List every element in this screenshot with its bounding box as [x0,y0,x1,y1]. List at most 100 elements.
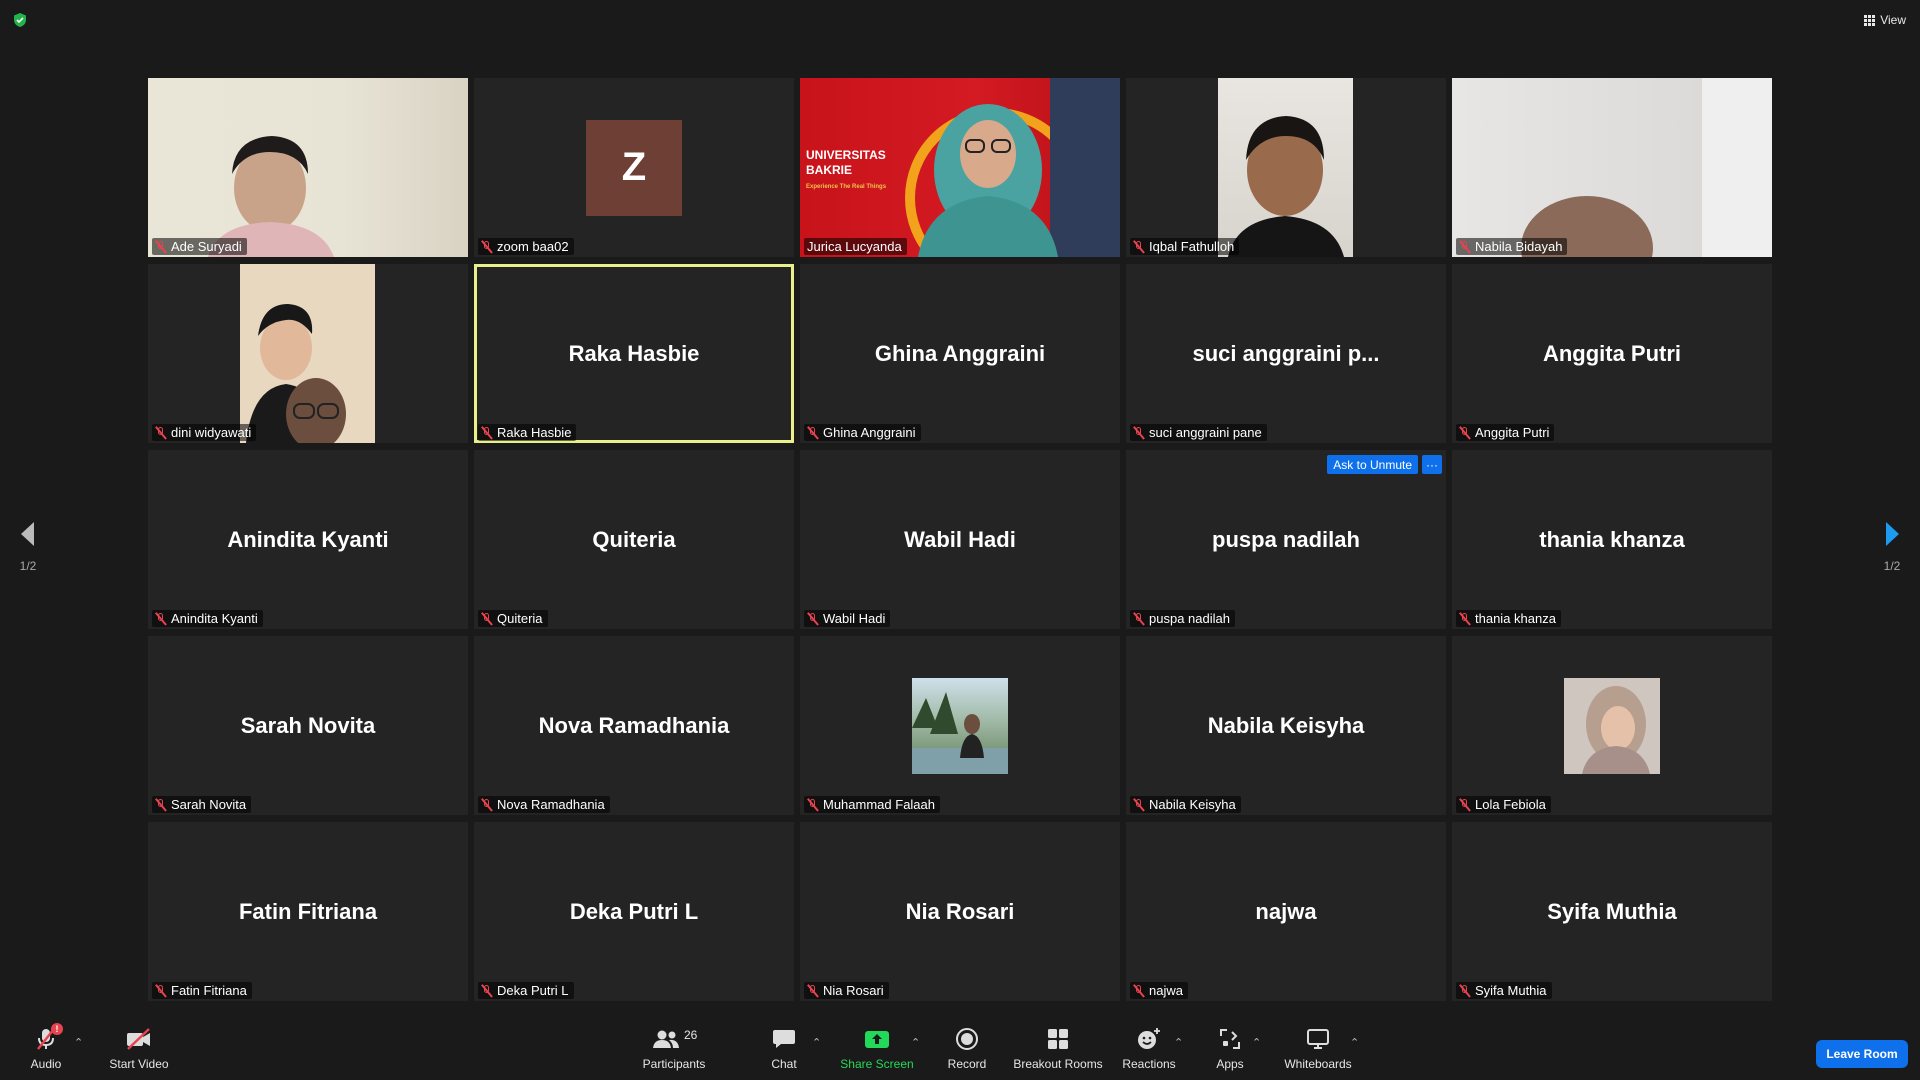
apps-options-caret-icon[interactable]: ⌃ [1252,1036,1261,1049]
share-screen-icon [865,1031,889,1048]
chat-options-caret-icon[interactable]: ⌃ [812,1036,821,1049]
ask-to-unmute-button[interactable]: Ask to Unmute [1327,455,1418,474]
mic-muted-icon [1133,798,1145,812]
name-label: thania khanza [1456,610,1561,627]
participant-tile[interactable]: Iqbal Fathulloh [1126,78,1446,257]
participant-display-name: Syifa Muthia [1547,898,1677,924]
reactions-button[interactable]: Reactions [1120,1026,1178,1078]
participant-avatar: Z [586,119,682,216]
participant-tile[interactable]: Quiteria Quiteria [474,450,794,629]
chat-button[interactable]: Chat [764,1026,804,1078]
record-label: Record [947,1057,987,1071]
participant-name: Ade Suryadi [171,239,242,254]
participant-tile[interactable]: Lola Febiola [1452,636,1772,815]
participant-tile[interactable]: suci anggraini p... suci anggraini pane [1126,264,1446,443]
participant-tile[interactable]: Nabila Keisyha Nabila Keisyha [1126,636,1446,815]
participant-name: Syifa Muthia [1475,983,1547,998]
audio-options-caret-icon[interactable]: ⌃ [74,1036,83,1049]
participant-tile[interactable]: UNIVERSITAS BAKRIE Experience The Real T… [800,78,1120,257]
view-label: View [1880,13,1906,27]
whiteboards-options-caret-icon[interactable]: ⌃ [1350,1036,1359,1049]
participant-tile[interactable]: dini widyawati [148,264,468,443]
name-label: Nabila Bidayah [1456,238,1568,255]
previous-page-pager[interactable]: 1/2 [8,520,48,573]
participants-button[interactable]: 26 Participants [636,1026,712,1078]
participant-display-name: Quiteria [592,526,676,552]
next-page-pager[interactable]: 1/2 [1872,520,1912,573]
mic-muted-icon [1133,240,1145,254]
participant-tile[interactable]: Anggita Putri Anggita Putri [1452,264,1772,443]
reactions-options-caret-icon[interactable]: ⌃ [1174,1036,1183,1049]
mic-muted-icon [155,984,167,998]
leave-room-button[interactable]: Leave Room [1816,1040,1908,1068]
participant-tile[interactable]: Ade Suryadi [148,78,468,257]
participant-display-name: Nova Ramadhania [538,712,730,738]
participant-tile[interactable]: najwa najwa [1126,822,1446,1001]
mic-muted-icon [155,798,167,812]
participant-tile[interactable]: Nia Rosari Nia Rosari [800,822,1120,1001]
share-screen-button[interactable]: Share Screen [840,1026,914,1078]
page-indicator: 1/2 [1883,559,1901,573]
apps-button[interactable]: Apps [1212,1026,1248,1078]
participants-count: 26 [684,1028,698,1042]
participant-tile[interactable]: Nova Ramadhania Nova Ramadhania [474,636,794,815]
participant-tile[interactable]: Anindita Kyanti Anindita Kyanti [148,450,468,629]
participant-name: Anindita Kyanti [171,611,258,626]
participant-name: Nabila Keisyha [1149,797,1236,812]
more-options-button[interactable]: ··· [1422,455,1442,474]
participant-name: Nova Ramadhania [497,797,605,812]
participants-label: Participants [642,1057,706,1071]
breakout-rooms-label: Breakout Rooms [1013,1057,1103,1071]
arrow-right-icon[interactable] [1882,520,1902,548]
video-gallery: Ade Suryadi Z zoom baa02 UNIVERSITAS BAK… [148,78,1772,1001]
participant-tile[interactable]: Ask to Unmute ··· puspa nadilah puspa na… [1126,450,1446,629]
name-label: najwa [1130,982,1188,999]
breakout-rooms-button[interactable]: Breakout Rooms [1013,1026,1103,1078]
audio-button[interactable]: ! Audio [22,1023,70,1078]
mic-muted-icon [807,984,819,998]
video-camera-off-icon [127,1028,150,1050]
participant-video [148,78,468,257]
name-label: dini widyawati [152,424,257,441]
participant-tile[interactable]: Syifa Muthia Syifa Muthia [1452,822,1772,1001]
name-label: Ghina Anggraini [804,424,921,441]
record-button[interactable]: Record [944,1026,990,1078]
view-button[interactable]: View [1864,10,1906,30]
name-label: Fatin Fitriana [152,982,252,999]
start-video-button[interactable]: Start Video [104,1026,174,1078]
mic-muted-icon [155,426,167,440]
banner-subtext: Experience The Real Things [806,184,887,190]
whiteboards-button[interactable]: Whiteboards [1282,1026,1354,1078]
chat-bubble-icon [773,1030,795,1048]
share-options-caret-icon[interactable]: ⌃ [911,1036,920,1049]
name-label: Deka Putri L [478,982,574,999]
participant-display-name: Deka Putri L [569,898,699,924]
participant-tile[interactable]: Sarah Novita Sarah Novita [148,636,468,815]
security-shield-icon[interactable] [12,12,28,28]
participant-tile[interactable]: thania khanza thania khanza [1452,450,1772,629]
participant-tile[interactable]: Fatin Fitriana Fatin Fitriana [148,822,468,1001]
participant-tile-active-speaker[interactable]: Raka Hasbie Raka Hasbie [474,264,794,443]
participant-display-name: Fatin Fitriana [238,898,378,924]
participant-tile[interactable]: Muhammad Falaah [800,636,1120,815]
participant-tile[interactable]: Ghina Anggraini Ghina Anggraini [800,264,1120,443]
participant-display-name: Anindita Kyanti [227,526,389,552]
mic-muted-icon [155,240,167,254]
participant-name: Quiteria [497,611,543,626]
profile-picture [912,678,1008,774]
participant-name: Lola Febiola [1475,797,1546,812]
name-label: Nabila Keisyha [1130,796,1241,813]
participant-tile[interactable]: Deka Putri L Deka Putri L [474,822,794,1001]
participant-tile[interactable]: Wabil Hadi Wabil Hadi [800,450,1120,629]
mic-muted-icon [1459,426,1471,440]
name-label: zoom baa02 [478,238,574,255]
mic-muted-icon [481,798,493,812]
record-icon [956,1028,978,1050]
participant-video [1452,78,1772,257]
meeting-toolbar: ! Audio ⌃ Start Video 26 Participants Ch… [0,1022,1920,1080]
participant-display-name: Wabil Hadi [904,526,1016,552]
participant-tile[interactable]: Z zoom baa02 [474,78,794,257]
arrow-left-icon[interactable] [18,520,38,548]
participant-tile[interactable]: Nabila Bidayah [1452,78,1772,257]
participant-name: suci anggraini pane [1149,425,1262,440]
